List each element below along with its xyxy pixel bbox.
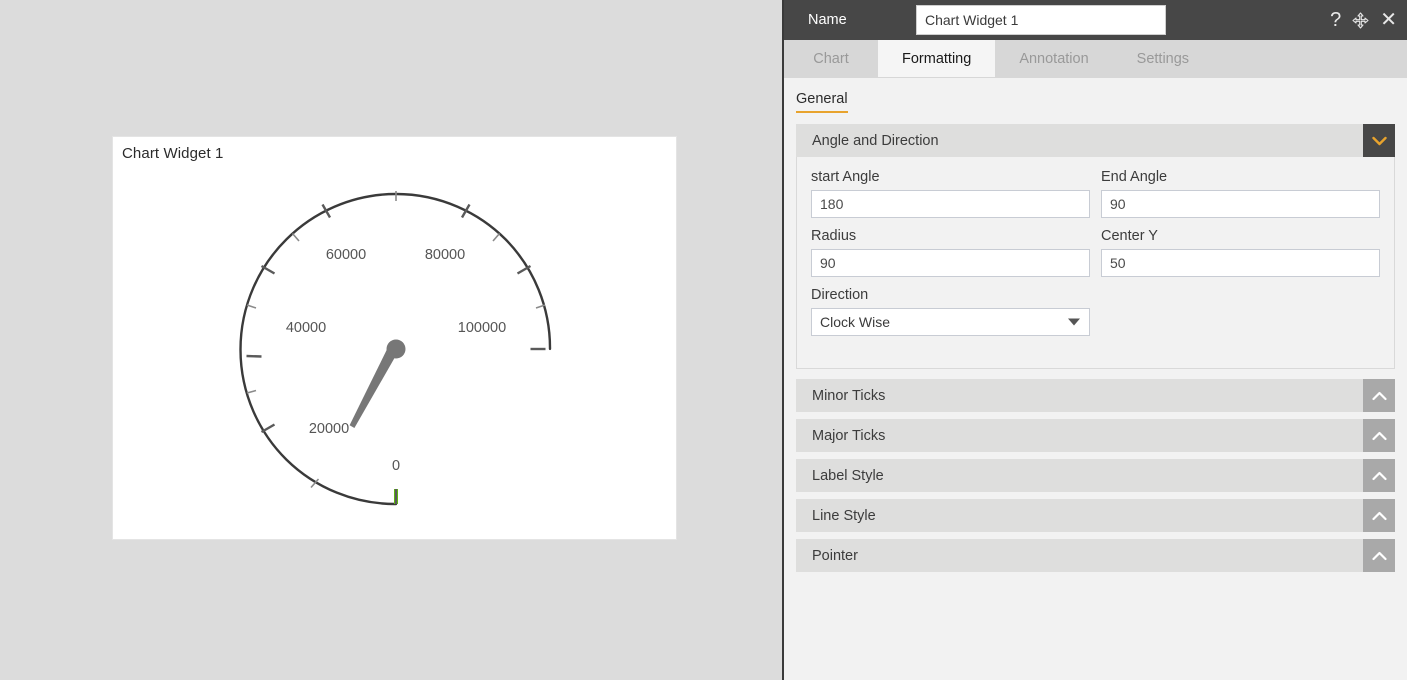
section-header-line-style[interactable]: Line Style bbox=[796, 499, 1395, 532]
formatting-sections: Angle and Direction start Angle bbox=[784, 114, 1407, 572]
move-arrows-icon[interactable] bbox=[1352, 12, 1369, 29]
section-angle-and-direction: Angle and Direction start Angle bbox=[796, 124, 1395, 369]
gauge-label-40000: 40000 bbox=[286, 320, 326, 336]
properties-panel: Name ? ✕ Chart Formatting Annotation Set… bbox=[784, 0, 1407, 680]
chart-widget[interactable]: Chart Widget 1 bbox=[112, 136, 677, 540]
help-icon[interactable]: ? bbox=[1330, 10, 1341, 30]
section-minor-ticks: Minor Ticks bbox=[796, 379, 1395, 412]
section-title: Angle and Direction bbox=[812, 133, 939, 149]
radius-label: Radius bbox=[811, 228, 1090, 244]
section-title: Minor Ticks bbox=[812, 388, 885, 404]
gauge-label-80000: 80000 bbox=[425, 247, 465, 263]
chevron-up-icon[interactable] bbox=[1363, 499, 1395, 532]
field-center-y: Center Y bbox=[1101, 228, 1380, 277]
section-body-angle-and-direction: start Angle End Angle Radius bbox=[796, 157, 1395, 369]
panel-tabs: Chart Formatting Annotation Settings bbox=[784, 40, 1407, 78]
chevron-up-icon[interactable] bbox=[1363, 459, 1395, 492]
section-label-style: Label Style bbox=[796, 459, 1395, 492]
section-header-major-ticks[interactable]: Major Ticks bbox=[796, 419, 1395, 452]
section-title: Label Style bbox=[812, 468, 884, 484]
direction-label: Direction bbox=[811, 287, 1090, 303]
section-line-style: Line Style bbox=[796, 499, 1395, 532]
section-gap bbox=[796, 412, 1395, 419]
field-direction-spacer bbox=[1101, 287, 1380, 336]
chevron-up-icon[interactable] bbox=[1363, 379, 1395, 412]
gauge-label-0: 0 bbox=[392, 458, 400, 474]
section-header-angle-and-direction[interactable]: Angle and Direction bbox=[796, 124, 1395, 157]
section-pointer: Pointer bbox=[796, 539, 1395, 572]
subtab-general[interactable]: General bbox=[796, 91, 848, 113]
tab-settings[interactable]: Settings bbox=[1113, 40, 1213, 77]
widget-name-input[interactable] bbox=[916, 5, 1166, 35]
gauge-tick-labels: 0 20000 40000 60000 80000 100000 bbox=[286, 247, 506, 474]
panel-subtabs: General bbox=[784, 78, 1407, 114]
field-start-angle: start Angle bbox=[811, 169, 1090, 218]
field-direction: Direction Clock Wise bbox=[811, 287, 1090, 336]
section-gap bbox=[796, 492, 1395, 499]
chevron-up-icon[interactable] bbox=[1363, 539, 1395, 572]
section-title: Line Style bbox=[812, 508, 876, 524]
gauge-chart: 0 20000 40000 60000 80000 100000 bbox=[113, 137, 678, 541]
section-header-pointer[interactable]: Pointer bbox=[796, 539, 1395, 572]
panel-header: Name ? ✕ bbox=[784, 0, 1407, 40]
section-header-label-style[interactable]: Label Style bbox=[796, 459, 1395, 492]
name-label: Name bbox=[808, 12, 916, 28]
section-header-minor-ticks[interactable]: Minor Ticks bbox=[796, 379, 1395, 412]
center-y-input[interactable] bbox=[1101, 249, 1380, 277]
tab-annotation[interactable]: Annotation bbox=[995, 40, 1112, 77]
close-x-icon[interactable]: ✕ bbox=[1380, 10, 1397, 30]
app-root: Chart Widget 1 bbox=[0, 0, 1407, 680]
gauge-label-60000: 60000 bbox=[326, 247, 366, 263]
tab-formatting[interactable]: Formatting bbox=[878, 40, 995, 77]
gauge-pointer bbox=[350, 340, 406, 429]
end-angle-label: End Angle bbox=[1101, 169, 1380, 185]
direction-select-value: Clock Wise bbox=[820, 314, 890, 330]
section-gap bbox=[796, 532, 1395, 539]
section-title: Pointer bbox=[812, 548, 858, 564]
end-angle-input[interactable] bbox=[1101, 190, 1380, 218]
section-title: Major Ticks bbox=[812, 428, 885, 444]
section-major-ticks: Major Ticks bbox=[796, 419, 1395, 452]
gauge-label-20000: 20000 bbox=[309, 421, 349, 437]
chevron-up-icon[interactable] bbox=[1363, 419, 1395, 452]
tab-chart[interactable]: Chart bbox=[784, 40, 878, 77]
chevron-down-icon bbox=[1068, 319, 1080, 326]
section-spacer bbox=[796, 369, 1395, 379]
chevron-down-icon[interactable] bbox=[1363, 124, 1395, 157]
start-angle-label: start Angle bbox=[811, 169, 1090, 185]
gauge-label-100000: 100000 bbox=[458, 320, 506, 336]
direction-select[interactable]: Clock Wise bbox=[811, 308, 1090, 336]
section-gap bbox=[796, 452, 1395, 459]
field-radius: Radius bbox=[811, 228, 1090, 277]
radius-input[interactable] bbox=[811, 249, 1090, 277]
center-y-label: Center Y bbox=[1101, 228, 1380, 244]
field-end-angle: End Angle bbox=[1101, 169, 1380, 218]
start-angle-input[interactable] bbox=[811, 190, 1090, 218]
design-canvas[interactable]: Chart Widget 1 bbox=[0, 0, 784, 680]
